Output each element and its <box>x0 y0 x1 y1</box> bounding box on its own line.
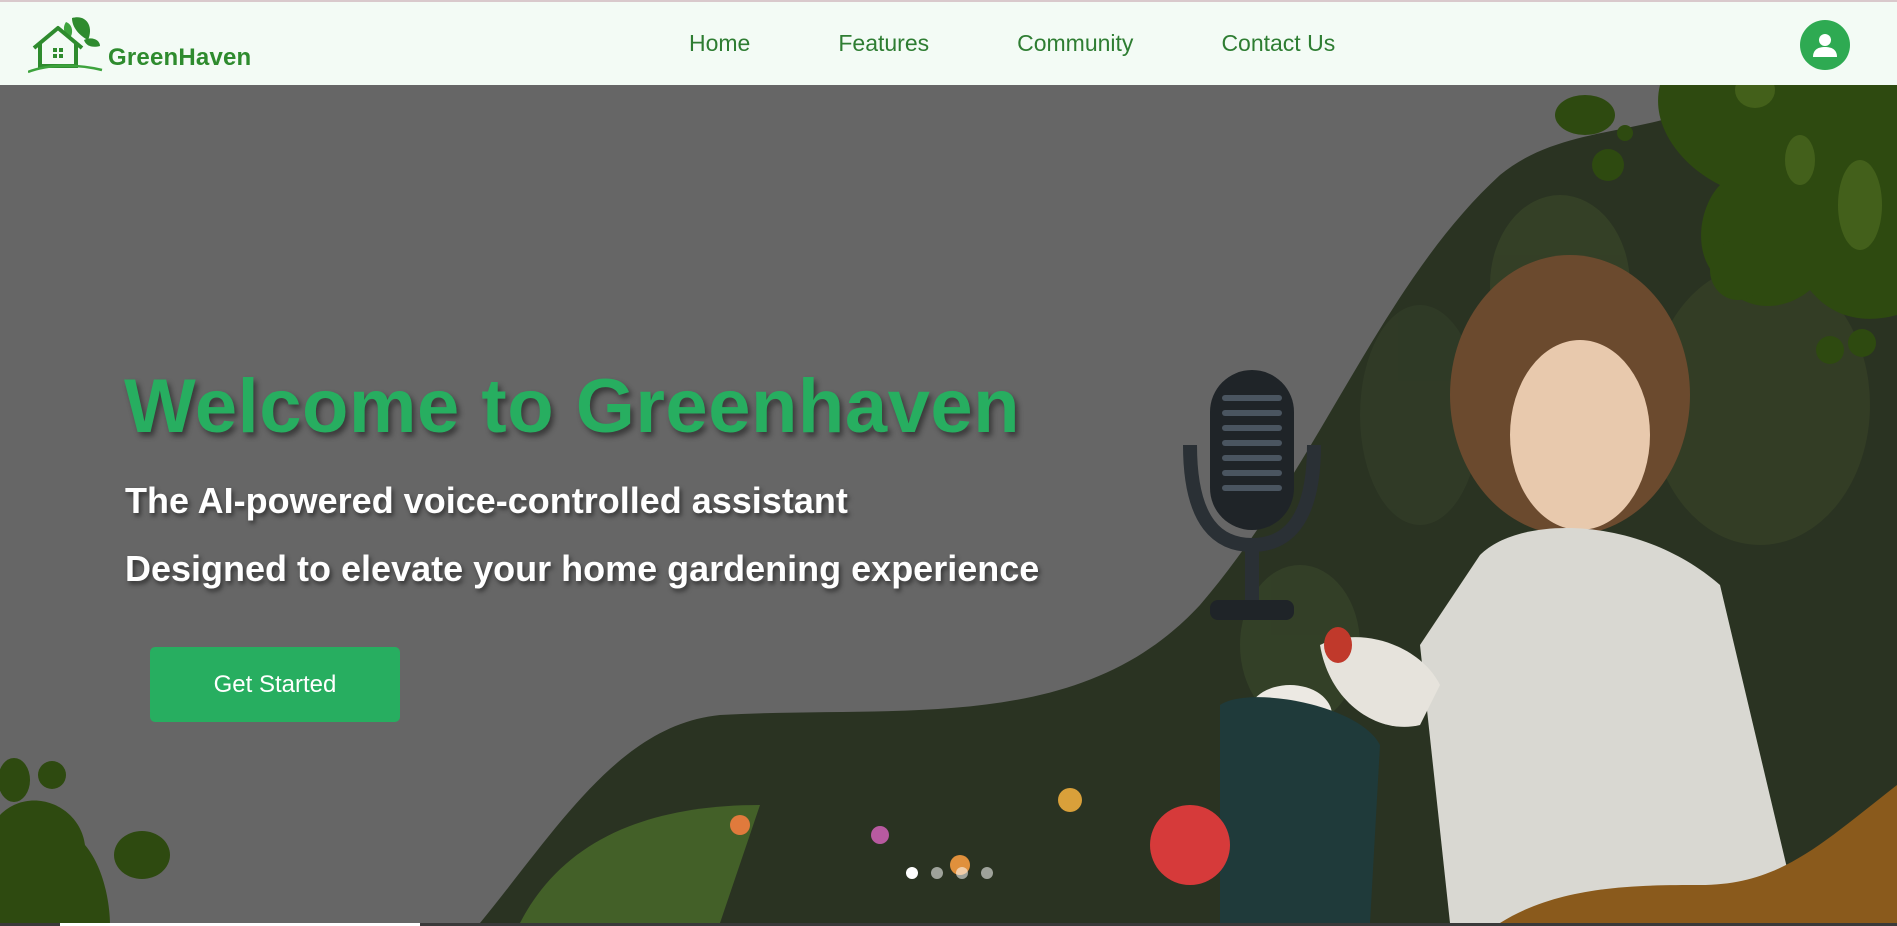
nav-home[interactable]: Home <box>689 30 750 57</box>
brand-name[interactable]: GreenHaven <box>108 44 251 72</box>
hero-subtitle-2: Designed to elevate your home gardening … <box>125 548 1040 589</box>
leaf-decoration-bottom <box>0 758 170 923</box>
hero-subtitle-1: The AI-powered voice-controlled assistan… <box>125 480 848 521</box>
carousel-dot-4[interactable] <box>981 867 993 879</box>
user-profile-icon[interactable] <box>1800 20 1850 70</box>
house-leaf-logo[interactable] <box>28 12 104 74</box>
nav-contact-us[interactable]: Contact Us <box>1221 30 1335 57</box>
carousel-dot-2[interactable] <box>931 867 943 879</box>
get-started-button[interactable]: Get Started <box>150 647 400 722</box>
hero-title: Welcome to Greenhaven <box>124 364 1021 449</box>
nav-features[interactable]: Features <box>838 30 929 57</box>
carousel-indicators <box>906 867 993 879</box>
carousel-dot-1[interactable] <box>906 867 918 879</box>
main-nav: Home Features Community Contact Us <box>689 30 1335 57</box>
nav-community[interactable]: Community <box>1017 30 1133 57</box>
carousel-dot-3[interactable] <box>956 867 968 879</box>
hero-section: Welcome to Greenhaven The AI-powered voi… <box>0 85 1897 923</box>
site-header: GreenHaven Home Features Community Conta… <box>0 2 1897 85</box>
